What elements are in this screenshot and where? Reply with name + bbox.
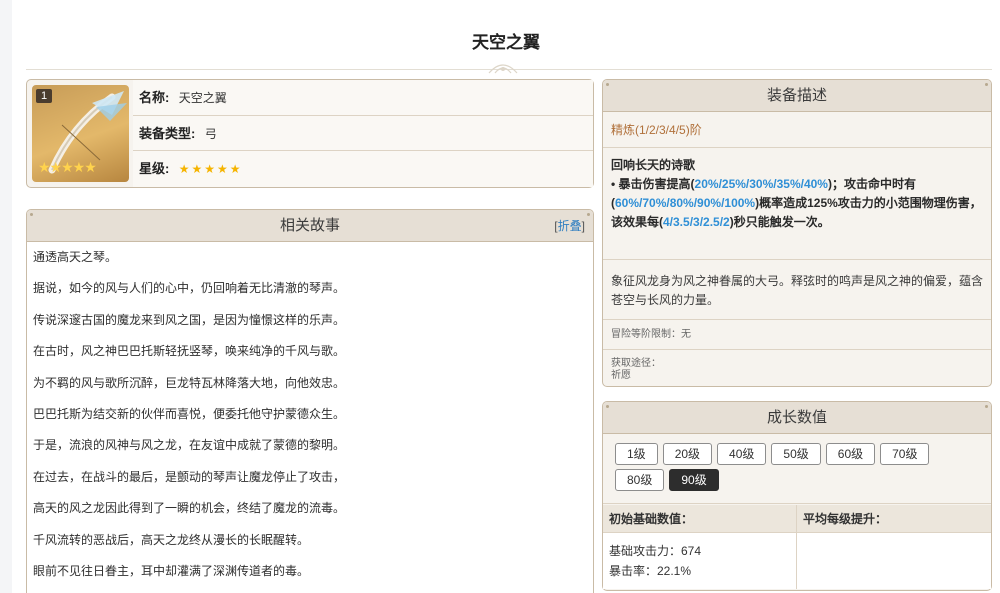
story-header: 相关故事 [折叠]: [27, 210, 593, 242]
info-row-type: 装备类型: 弓: [133, 115, 593, 152]
title-area: 天空之翼: [12, 0, 1000, 74]
avg-growth-header: 平均每级提升：: [803, 512, 888, 526]
source-info: 获取途径： 祈愿: [603, 350, 991, 388]
refine-badge: 1: [36, 89, 52, 103]
corner-dot: [606, 405, 609, 408]
stat-table-header: 初始基础数值： 平均每级提升：: [603, 505, 991, 533]
source-label: 获取途径：: [611, 358, 661, 369]
level-tab-70[interactable]: 70级: [880, 443, 930, 465]
skill-text: • 暴击伤害提高(20%/25%/30%/35%/40%)；攻击命中时有(60%…: [611, 175, 983, 232]
growth-title: 成长数值: [766, 409, 827, 426]
name-value: 天空之翼: [178, 91, 227, 105]
weapon-info-panel: 1 ★★★★★ 名称: 天空之翼 装备类型: 弓 星级: ★★★★★: [26, 79, 594, 188]
info-rows: 名称: 天空之翼 装备类型: 弓 星级: ★★★★★: [133, 80, 593, 187]
type-value: 弓: [204, 126, 217, 141]
level-tabs: 1级 20级 40级 50级 60级 70级 80级 90级: [603, 434, 991, 504]
rank-limit: 冒险等阶限制：无: [603, 320, 991, 350]
fold-toggle[interactable]: [折叠]: [554, 210, 585, 242]
info-row-rarity: 星级: ★★★★★: [133, 151, 593, 187]
crit-rate: 暴击率：22.1%: [609, 564, 692, 578]
corner-dot: [985, 83, 988, 86]
thumb-rarity-stars: ★★★★★: [38, 159, 97, 175]
description-header: 装备描述: [603, 80, 991, 112]
info-row-name: 名称: 天空之翼: [133, 80, 593, 116]
story-line: 于是，流浪的风神与风之龙，在友谊中成就了蒙德的黎明。: [33, 438, 346, 453]
level-tab-80[interactable]: 80级: [615, 469, 665, 491]
stat-table-body: 基础攻击力：674 暴击率：22.1%: [603, 533, 991, 589]
growth-panel: 成长数值 1级 20级 40级 50级 60级 70级 80级 90级 初始基础数值： 平均每…: [602, 401, 992, 591]
story-line: 眼前不见往日眷主，耳中却灌满了深渊传道者的毒。: [33, 563, 310, 578]
level-tab-90[interactable]: 90级: [669, 469, 719, 491]
story-body: 通透高天之琴。 据说，如今的风与人们的心中，仍回响着无比清澈的琴声。 传说深邃古…: [27, 242, 593, 587]
base-stat-header: 初始基础数值：: [603, 505, 797, 532]
corner-dot: [606, 83, 609, 86]
level-tab-50[interactable]: 50级: [771, 443, 821, 465]
story-line: 千风流转的恶战后，高天之龙终从漫长的长眠醒转。: [33, 532, 310, 547]
stat-table: 初始基础数值： 平均每级提升： 基础攻击力：674 暴击率：22.1%: [603, 505, 991, 590]
name-label: 名称:: [139, 90, 170, 105]
story-line: 在古时，风之神巴巴托斯轻抚竖琴，唤来纯净的千风与歌。: [33, 344, 346, 359]
skill-text-part: )秒只能触发一次。: [729, 215, 830, 229]
story-title: 相关故事: [279, 217, 340, 234]
story-line: 传说深邃古国的魔龙来到风之国，是因为憧憬这样的乐声。: [33, 312, 346, 327]
story-line: 据说，如今的风与人们的心中，仍回响着无比清澈的琴声。: [33, 281, 346, 296]
level-tab-40[interactable]: 40级: [717, 443, 767, 465]
skill-name: 回响长天的诗歌: [611, 158, 696, 172]
corner-dot: [30, 213, 33, 216]
page-title: 天空之翼: [472, 33, 540, 52]
skill-highlight: 20%/25%/30%/35%/40%: [694, 177, 828, 191]
story-line: 高天的风之龙因此得到了一瞬的机会，终结了魔龙的流毒。: [33, 501, 346, 516]
rarity-stars: ★★★★★: [178, 162, 243, 177]
description-panel: 装备描述 精炼(1/2/3/4/5)阶 回响长天的诗歌 • 暴击伤害提高(20%…: [602, 79, 992, 387]
flavor-text: 象征风龙身为风之神眷属的大弓。释弦时的鸣声是风之神的偏爱，蕴含苍空与长风的力量。: [603, 260, 991, 320]
story-panel: 相关故事 [折叠] 通透高天之琴。 据说，如今的风与人们的心中，仍回响着无比清澈…: [26, 209, 594, 593]
passive-skill: 回响长天的诗歌 • 暴击伤害提高(20%/25%/30%/35%/40%)；攻击…: [603, 148, 991, 260]
corner-dot: [985, 405, 988, 408]
type-label: 装备类型:: [139, 125, 196, 141]
fold-label[interactable]: 折叠: [558, 219, 582, 233]
ornament-icon: [488, 64, 518, 74]
refine-levels: 精炼(1/2/3/4/5)阶: [603, 112, 991, 148]
base-stat-cell: 基础攻击力：674 暴击率：22.1%: [603, 533, 797, 589]
skill-highlight: 4/3.5/3/2.5/2: [663, 215, 730, 229]
story-line: 为不羁的风与歌所沉醉，巨龙特瓦林降落大地，向他效忠。: [33, 375, 346, 390]
level-tab-20[interactable]: 20级: [662, 443, 713, 465]
rarity-label: 星级:: [139, 161, 170, 177]
level-tab-60[interactable]: 60级: [825, 443, 876, 465]
story-line: 在过去，在战斗的最后，是颤动的琴声让魔龙停止了攻击，: [33, 469, 346, 484]
base-atk: 基础攻击力：674: [609, 544, 702, 558]
skill-highlight: 60%/70%/80%/90%/100%: [615, 196, 756, 210]
description-title: 装备描述: [766, 87, 827, 104]
page: 天空之翼 1 ★★★★★ 名称: 天空之翼 装备类型: 弓 星级: ★★★★★ …: [12, 0, 1000, 593]
corner-dot: [587, 213, 590, 216]
story-line: 通透高天之琴。: [33, 250, 118, 264]
level-tab-1[interactable]: 1级: [615, 443, 658, 465]
source-value: 祈愿: [611, 370, 631, 381]
story-line: 巴巴托斯为结交新的伙伴而喜悦，便委托他守护蒙德众生。: [33, 406, 346, 421]
skill-text-part: • 暴击伤害提高(: [611, 177, 695, 191]
avg-growth-cell: [797, 533, 991, 589]
growth-header: 成长数值: [603, 402, 991, 434]
fold-bracket-close: ]: [581, 219, 585, 233]
weapon-thumbnail: 1 ★★★★★: [32, 85, 129, 182]
